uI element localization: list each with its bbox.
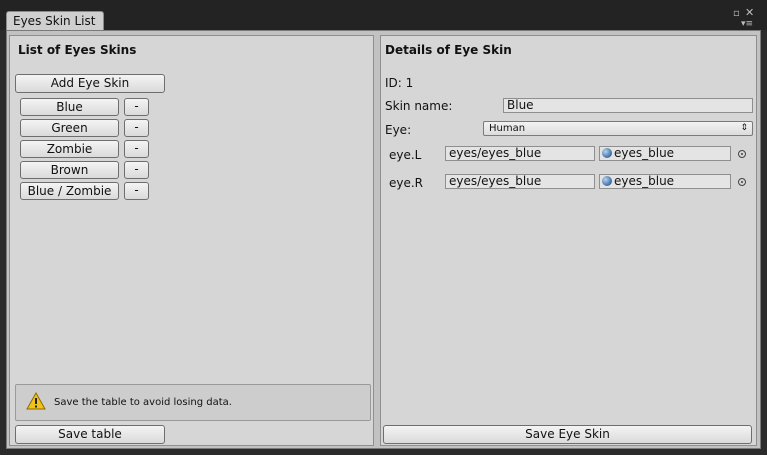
eye-label: Eye: <box>385 123 412 137</box>
remove-skin-button[interactable]: - <box>124 140 149 158</box>
maximize-icon[interactable]: ▫ <box>733 9 740 19</box>
remove-skin-button[interactable]: - <box>124 182 149 200</box>
add-eye-skin-button[interactable]: Add Eye Skin <box>15 74 165 93</box>
remove-skin-button[interactable]: - <box>124 119 149 137</box>
tab-eyes-skin-list[interactable]: Eyes Skin List <box>6 11 104 31</box>
eye-r-object-name: eyes_blue <box>614 174 675 188</box>
close-icon[interactable]: ✕ <box>745 7 754 18</box>
eye-r-label: eye.R <box>389 176 424 190</box>
object-picker-icon[interactable] <box>738 150 746 158</box>
skin-item-zombie[interactable]: Zombie <box>20 140 119 158</box>
material-icon <box>602 176 612 186</box>
list-title: List of Eyes Skins <box>18 43 137 57</box>
editor-window: List of Eyes Skins Add Eye Skin Blue - G… <box>6 30 761 449</box>
eye-l-path-field[interactable]: eyes/eyes_blue <box>445 146 595 161</box>
remove-skin-button[interactable]: - <box>124 161 149 179</box>
eye-r-path-field[interactable]: eyes/eyes_blue <box>445 174 595 189</box>
eye-l-object-field[interactable]: eyes_blue <box>599 146 731 161</box>
menu-icon[interactable]: ▾≡ <box>741 19 753 29</box>
save-table-button[interactable]: Save table <box>15 425 165 444</box>
eye-r-object-field[interactable]: eyes_blue <box>599 174 731 189</box>
eye-dropdown[interactable]: Human ⇕ <box>483 121 753 136</box>
skin-name-label: Skin name: <box>385 99 453 113</box>
help-box: Save the table to avoid losing data. <box>15 384 371 421</box>
skin-item-blue[interactable]: Blue <box>20 98 119 116</box>
tab-bar: Eyes Skin List ▫ ✕ ▾≡ <box>0 0 767 31</box>
skin-item-green[interactable]: Green <box>20 119 119 137</box>
skin-details-panel: Details of Eye Skin ID: 1 Skin name: Blu… <box>380 35 757 446</box>
skin-item-blue-zombie[interactable]: Blue / Zombie <box>20 182 119 200</box>
material-icon <box>602 148 612 158</box>
skin-name-field[interactable]: Blue <box>503 98 753 113</box>
eye-l-object-name: eyes_blue <box>614 146 675 160</box>
id-label: ID: 1 <box>385 76 414 90</box>
dropdown-arrow-icon: ⇕ <box>740 123 748 133</box>
details-title: Details of Eye Skin <box>385 43 512 57</box>
eye-l-label: eye.L <box>389 148 422 162</box>
save-eye-skin-button[interactable]: Save Eye Skin <box>383 425 752 444</box>
help-message: Save the table to avoid losing data. <box>54 397 232 408</box>
warning-icon <box>26 392 46 410</box>
eye-dropdown-value: Human <box>489 123 526 134</box>
skins-list-panel: List of Eyes Skins Add Eye Skin Blue - G… <box>9 35 374 446</box>
remove-skin-button[interactable]: - <box>124 98 149 116</box>
skin-item-brown[interactable]: Brown <box>20 161 119 179</box>
object-picker-icon[interactable] <box>738 178 746 186</box>
